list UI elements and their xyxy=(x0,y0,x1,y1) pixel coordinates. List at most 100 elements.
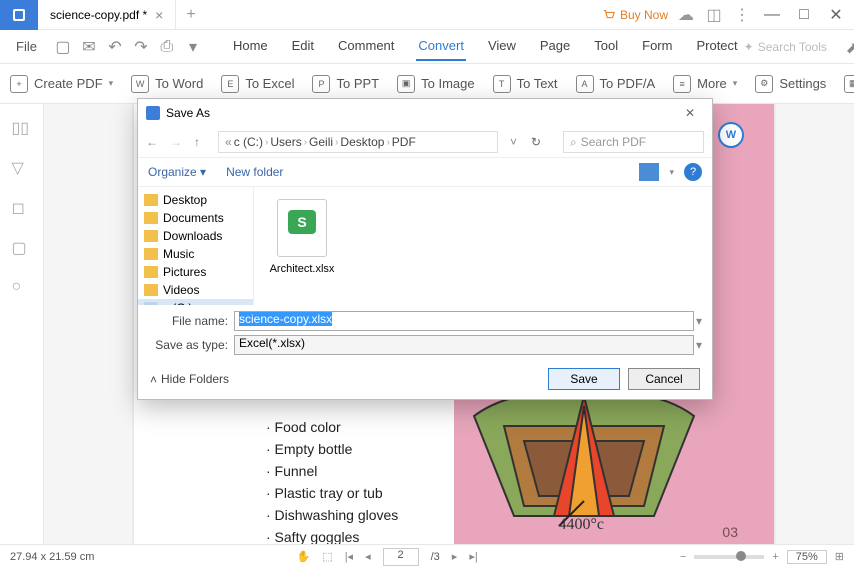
zoom-out-button[interactable]: − xyxy=(680,551,686,563)
prev-page-button[interactable]: ◂ xyxy=(365,550,371,563)
buy-now-link[interactable]: Buy Now xyxy=(602,8,668,22)
help-button[interactable]: ? xyxy=(684,163,702,181)
file-type-select[interactable]: Excel(*.xlsx) xyxy=(234,335,694,355)
filename-dropdown-icon[interactable]: ▾ xyxy=(696,314,702,328)
cart-icon xyxy=(602,8,616,22)
tree-item[interactable]: Music xyxy=(138,245,253,263)
menu-tool[interactable]: Tool xyxy=(592,32,620,61)
breadcrumb-item[interactable]: Users xyxy=(270,135,301,149)
save-icon[interactable]: ▢ xyxy=(53,37,73,57)
close-tab-icon[interactable]: × xyxy=(155,7,163,23)
batch-convert-button[interactable]: ▦Batch Conve› xyxy=(844,75,854,93)
cancel-button[interactable]: Cancel xyxy=(628,368,700,390)
chevron-down-icon[interactable]: ▾ xyxy=(183,37,203,57)
breadcrumb-item[interactable]: Geili xyxy=(309,135,333,149)
new-folder-button[interactable]: New folder xyxy=(226,165,283,179)
to-pdfa-button[interactable]: ATo PDF/A xyxy=(576,75,656,93)
to-word-button[interactable]: WTo Word xyxy=(131,75,203,93)
search-icon[interactable]: ○ xyxy=(12,278,32,298)
breadcrumb-item[interactable]: c (C:) xyxy=(234,135,263,149)
document-tab[interactable]: science-copy.pdf * × xyxy=(38,0,176,30)
menu-edit[interactable]: Edit xyxy=(290,32,316,61)
nav-forward-button[interactable]: → xyxy=(170,135,188,149)
create-pdf-button[interactable]: +Create PDF▾ xyxy=(10,75,113,93)
refresh-button[interactable]: ↻ xyxy=(523,135,549,149)
tree-item[interactable]: Downloads xyxy=(138,227,253,245)
tree-item[interactable]: Documents xyxy=(138,209,253,227)
more-menu-icon[interactable]: ⋮ xyxy=(732,5,752,25)
save-button[interactable]: Save xyxy=(548,368,620,390)
word-export-badge[interactable]: W xyxy=(718,122,744,148)
undo-icon[interactable]: ↶ xyxy=(105,37,125,57)
thumbnails-icon[interactable]: ▯▯ xyxy=(12,118,32,138)
last-page-button[interactable]: ▸| xyxy=(469,550,477,563)
ppt-icon: P xyxy=(312,75,330,93)
menu-home[interactable]: Home xyxy=(231,32,270,61)
fit-page-icon[interactable]: ⊞ xyxy=(835,550,844,563)
xlsx-icon: S xyxy=(288,210,316,234)
path-dropdown-icon[interactable]: ˅ xyxy=(510,135,517,149)
file-item[interactable]: S Architect.xlsx xyxy=(266,199,338,275)
tree-item[interactable]: Videos xyxy=(138,281,253,299)
document-text: · Food color· Empty bottle· Funnel· Plas… xyxy=(266,416,398,544)
page-number: 03 xyxy=(722,524,738,540)
menu-page[interactable]: Page xyxy=(538,32,572,61)
new-tab-button[interactable]: + xyxy=(176,6,205,24)
file-menu[interactable]: File xyxy=(8,39,45,54)
tree-item[interactable]: Pictures xyxy=(138,263,253,281)
menu-protect[interactable]: Protect xyxy=(694,32,739,61)
bookmark-icon[interactable]: ▽ xyxy=(12,158,32,178)
view-mode-button[interactable] xyxy=(639,163,659,181)
menu-form[interactable]: Form xyxy=(640,32,674,61)
menu-convert[interactable]: Convert xyxy=(416,32,466,61)
zoom-value[interactable]: 75% xyxy=(787,550,827,564)
cloud-icon[interactable]: ☁ xyxy=(676,5,696,25)
attachment-icon[interactable]: ▢ xyxy=(12,238,32,258)
zoom-in-button[interactable]: + xyxy=(772,551,778,563)
to-excel-button[interactable]: ETo Excel xyxy=(221,75,294,93)
mail-icon[interactable]: ✉ xyxy=(79,37,99,57)
minimize-button[interactable]: — xyxy=(760,3,784,27)
zoom-slider[interactable] xyxy=(694,555,764,559)
notify-icon[interactable]: ◫ xyxy=(704,5,724,25)
nav-up-button[interactable]: ↑ xyxy=(194,135,212,149)
dialog-title: Save As xyxy=(166,106,210,120)
first-page-button[interactable]: |◂ xyxy=(345,550,353,563)
excel-icon: E xyxy=(221,75,239,93)
nav-back-button[interactable]: ← xyxy=(146,135,164,149)
filetype-dropdown-icon[interactable]: ▾ xyxy=(696,338,702,352)
tree-item[interactable]: Desktop xyxy=(138,191,253,209)
menu-view[interactable]: View xyxy=(486,32,518,61)
close-button[interactable]: ✕ xyxy=(824,3,848,27)
file-name: Architect.xlsx xyxy=(266,263,338,275)
search-tools-input[interactable]: ✦ Search Tools xyxy=(744,40,834,54)
breadcrumb-item[interactable]: Desktop xyxy=(340,135,384,149)
organize-menu[interactable]: Organize ▾ xyxy=(148,165,206,179)
dialog-close-button[interactable]: ✕ xyxy=(676,106,704,120)
comment-icon[interactable]: ◻ xyxy=(12,198,32,218)
select-tool-icon[interactable]: ⬚ xyxy=(322,550,332,563)
hide-folders-button[interactable]: ˅Hide Folders xyxy=(150,372,229,386)
plus-icon: + xyxy=(10,75,28,93)
to-ppt-button[interactable]: PTo PPT xyxy=(312,75,379,93)
pdfa-icon: A xyxy=(576,75,594,93)
next-page-button[interactable]: ▸ xyxy=(452,550,458,563)
hand-tool-icon[interactable]: ✋ xyxy=(297,550,311,563)
print-icon[interactable]: ⎙ xyxy=(157,37,177,57)
menu-comment[interactable]: Comment xyxy=(336,32,396,61)
search-icon: ⌕ xyxy=(570,135,577,150)
more-button[interactable]: ≡More▾ xyxy=(673,75,737,93)
file-name-input[interactable]: science-copy.xlsx xyxy=(234,311,694,331)
page-current-input[interactable]: 2 xyxy=(383,548,419,566)
temperature-label: 4400°c xyxy=(559,516,605,534)
maximize-button[interactable]: □ xyxy=(792,3,816,27)
redo-icon[interactable]: ↷ xyxy=(131,37,151,57)
open-external-icon[interactable]: ⬈ xyxy=(846,38,854,56)
search-folder-input[interactable]: ⌕Search PDF xyxy=(563,131,704,153)
settings-button[interactable]: ⚙Settings xyxy=(755,75,826,93)
breadcrumb-item[interactable]: PDF xyxy=(392,135,416,149)
page-dimensions: 27.94 x 21.59 cm xyxy=(10,551,94,563)
batch-icon: ▦ xyxy=(844,75,854,93)
to-image-button[interactable]: ▣To Image xyxy=(397,75,474,93)
to-text-button[interactable]: TTo Text xyxy=(493,75,558,93)
